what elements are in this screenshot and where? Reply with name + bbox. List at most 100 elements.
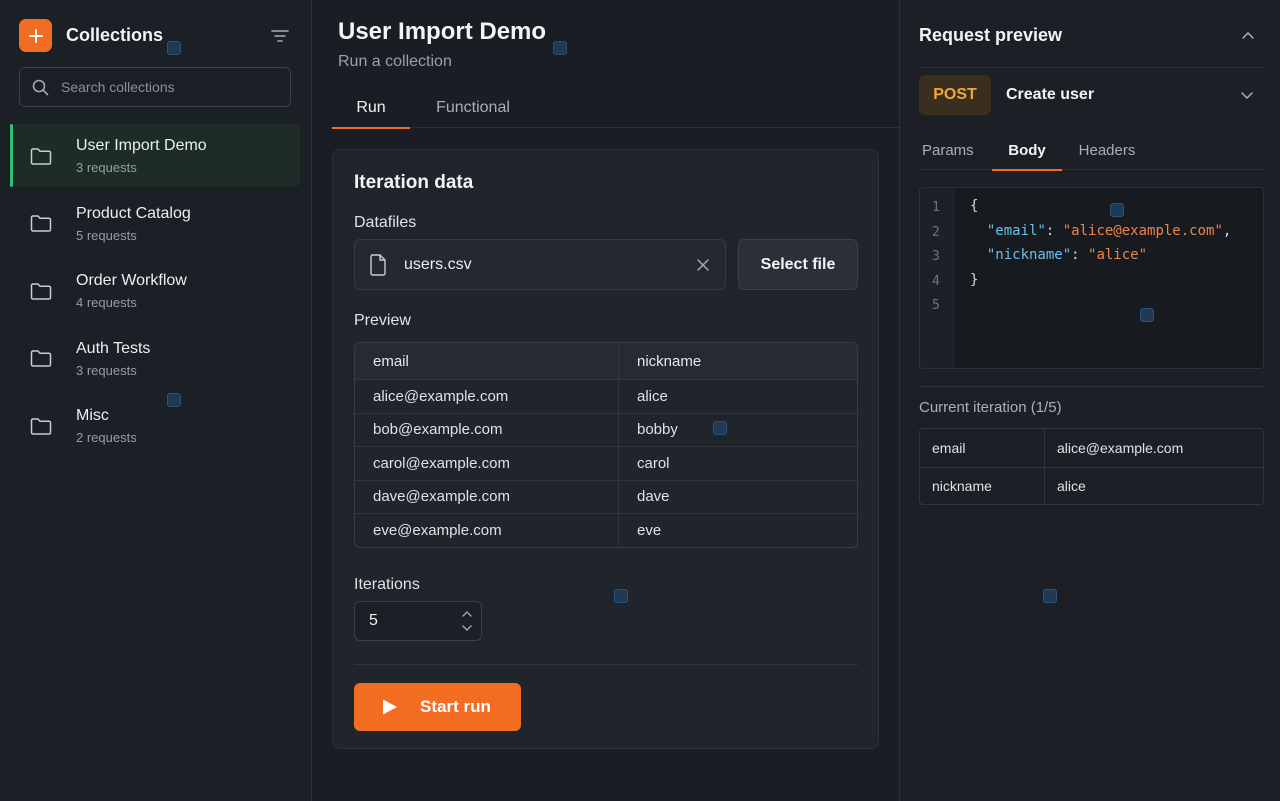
line-number-gutter: 1 2 3 4 5 [920,188,955,368]
start-run-label: Start run [420,697,491,716]
table-row: alice@example.com alice [355,379,857,413]
variable-name: nickname [920,467,1045,504]
cell-nickname: carol [637,454,670,472]
search-icon [32,79,49,95]
code-line: { [970,198,1231,223]
tab-run[interactable]: Run [332,88,410,129]
json-string: "alice" [1088,247,1148,263]
collection-name: Product Catalog [76,204,191,222]
tab-params[interactable]: Params [919,130,975,170]
request-dropdown-button[interactable] [1236,84,1258,106]
line-number: 5 [932,298,940,313]
tab-functional[interactable]: Functional [410,88,536,128]
collection-item-misc[interactable]: Misc 2 requests [10,394,300,457]
search-input[interactable] [61,79,271,95]
json-string: "alice@example.com" [1062,222,1223,239]
column-header-email: email [355,343,619,379]
app-window: Collections User Import Demo 3 [0,0,1280,801]
panel-divider [919,386,1264,387]
collapse-panel-button[interactable] [1239,26,1257,44]
watermark-glyph [167,393,181,407]
stepper-controls [453,602,481,640]
card-title: Iteration data [354,172,474,193]
clear-file-button[interactable] [693,255,713,275]
preview-table: email nickname alice@example.com alice b… [354,342,858,548]
chevron-up-icon [462,611,472,617]
filter-button[interactable] [269,25,291,47]
tab-headers[interactable]: Headers [1062,130,1152,170]
collection-item-order-workflow[interactable]: Order Workflow 4 requests [10,259,300,322]
line-number: 2 [932,224,940,240]
collection-name: Misc [76,407,109,424]
folder-icon [30,282,52,300]
current-iteration-label: Current iteration (1/5) [919,399,1062,416]
select-file-button[interactable]: Select file [738,239,858,290]
folder-icon [30,147,52,165]
folder-icon [30,215,52,232]
datafiles-label: Datafiles [354,214,417,231]
iterations-label: Iterations [354,576,420,593]
cell-nickname: eve [637,521,662,539]
collection-count: 5 requests [76,227,137,243]
tab-body[interactable]: Body [992,130,1062,171]
table-row: carol@example.com carol [355,446,857,480]
iterations-value[interactable]: 5 [369,612,453,630]
filter-icon [271,29,289,42]
iterations-stepper[interactable]: 5 [354,601,482,641]
page-title: User Import Demo [338,18,547,45]
code-line: "email": "alice@example.com", [986,222,1232,239]
search-box[interactable] [19,67,291,107]
watermark-glyph [614,589,628,603]
add-collection-button[interactable] [19,19,52,52]
close-icon [697,258,709,271]
collection-name: User Import Demo [76,137,207,154]
collection-name: Order Workflow [76,272,187,289]
runner-main: User Import Demo Run a collection Run Fu… [312,0,900,801]
request-selector[interactable]: POST Create user [919,75,1264,115]
request-body-editor[interactable]: 1 2 3 4 5 { "email": "alice@example.com"… [919,187,1264,369]
collection-item-auth-tests[interactable]: Auth Tests 3 requests [10,327,300,390]
json-key: "nickname" [986,247,1072,263]
current-iteration-table: email alice@example.com nickname alice [919,428,1264,505]
line-number: 4 [932,273,940,289]
cell-email: eve@example.com [355,514,619,547]
runner-tabs: Run Functional [332,88,900,129]
watermark-glyph [713,421,727,435]
increment-button[interactable] [460,609,474,620]
variable-value: alice@example.com [1057,439,1184,456]
collection-item-user-import-demo[interactable]: User Import Demo 3 requests [10,124,300,187]
collection-count: 3 requests [76,362,137,378]
play-icon [383,699,397,715]
watermark-glyph [553,41,567,55]
start-run-button[interactable]: Start run [354,683,521,731]
line-number: 3 [932,249,940,264]
request-preview-panel: Request preview POST Create user Params … [900,0,1280,801]
card-divider [354,664,858,665]
folder-icon [30,350,52,367]
cell-nickname: bobby [637,421,678,439]
cell-email: alice@example.com [355,380,619,413]
json-brace: } [970,271,979,288]
collections-sidebar: Collections User Import Demo 3 [0,0,312,801]
collection-list: User Import Demo 3 requests Product Cata… [10,124,300,462]
cell-nickname: alice [637,387,668,405]
collection-count: 3 requests [76,160,137,175]
file-name: users.csv [404,255,472,273]
preview-label: Preview [354,312,411,329]
code-line: } [970,272,1231,297]
table-row: eve@example.com eve [355,513,857,547]
collection-text: Product Catalog 5 requests [76,204,191,243]
selected-file-box: users.csv [354,239,726,290]
sidebar-header: Collections [19,19,291,52]
table-row: email alice@example.com [920,429,1263,467]
collection-text: User Import Demo 3 requests [76,136,207,175]
panel-divider [919,67,1264,68]
collection-name: Auth Tests [76,339,151,357]
decrement-button[interactable] [460,623,474,634]
code-line: "nickname": "alice" [986,247,1148,263]
file-icon [370,253,386,276]
request-name: Create user [1006,86,1095,103]
chevron-up-icon [1242,31,1254,39]
cell-nickname: dave [637,488,670,506]
collection-item-product-catalog[interactable]: Product Catalog 5 requests [10,192,300,255]
